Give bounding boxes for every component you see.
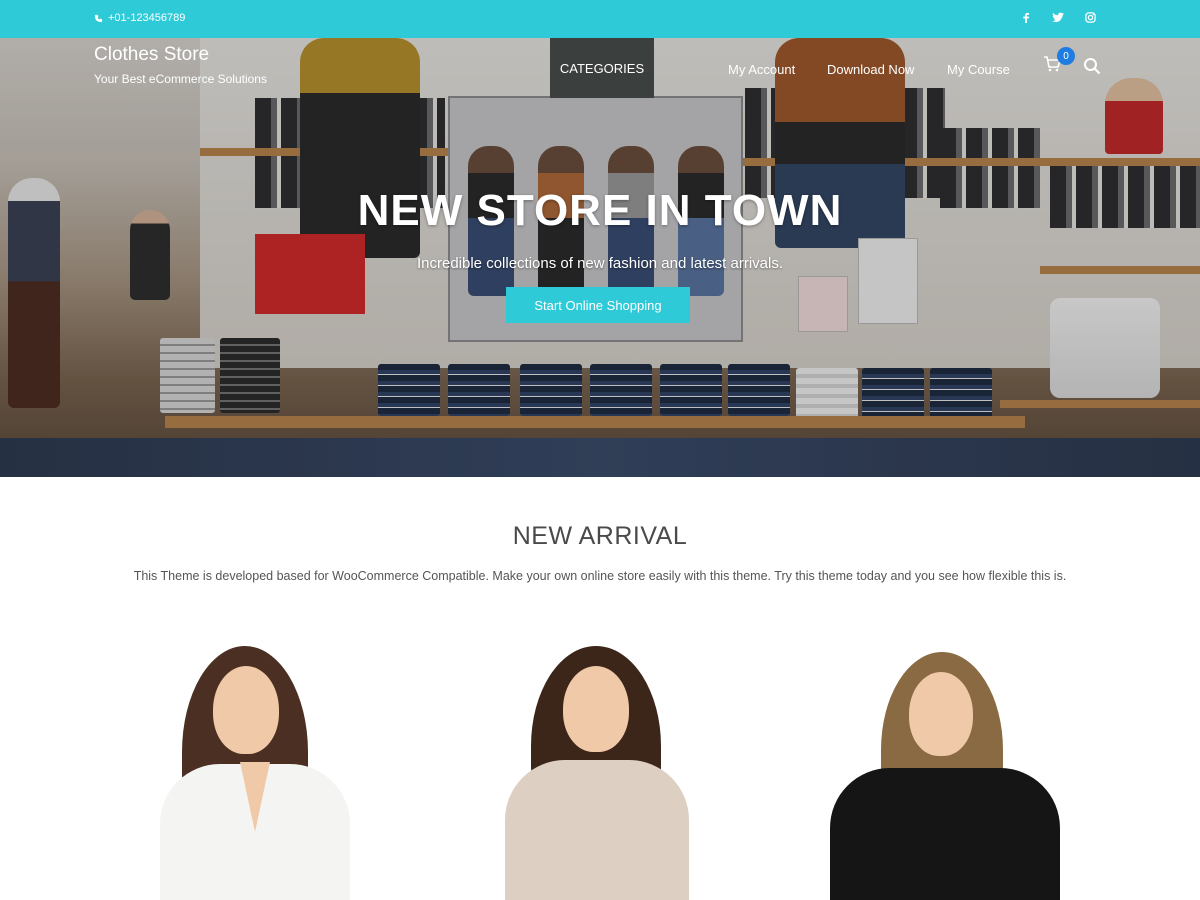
product-model-face — [563, 666, 629, 752]
phone-contact[interactable]: +01-123456789 — [94, 12, 185, 24]
hero-banner: NEW STORE IN TOWN Incredible collections… — [0, 38, 1200, 477]
product-card[interactable] — [150, 642, 360, 900]
site-title[interactable]: Clothes Store — [94, 44, 209, 66]
instagram-icon[interactable] — [1084, 12, 1096, 24]
section-title: NEW ARRIVAL — [512, 522, 688, 550]
nav-download-now[interactable]: Download Now — [827, 62, 914, 77]
phone-icon — [94, 14, 103, 22]
nav-categories[interactable]: CATEGORIES — [550, 38, 654, 98]
hero-title: NEW STORE IN TOWN — [357, 186, 843, 235]
nav-my-account[interactable]: My Account — [728, 62, 795, 77]
cart-count-badge: 0 — [1057, 47, 1075, 65]
twitter-icon[interactable] — [1052, 12, 1064, 24]
hero-subtitle: Incredible collections of new fashion an… — [416, 255, 784, 272]
top-bar: +01-123456789 — [0, 0, 1200, 38]
site-tagline: Your Best eCommerce Solutions — [94, 72, 267, 86]
start-shopping-button[interactable]: Start Online Shopping — [506, 287, 690, 323]
product-model-clothing — [505, 760, 689, 900]
product-model-clothing — [830, 768, 1060, 900]
product-model-face — [213, 666, 279, 754]
phone-number: +01-123456789 — [108, 12, 186, 24]
search-icon[interactable] — [1083, 57, 1101, 75]
product-card[interactable] — [497, 642, 697, 900]
facebook-icon[interactable] — [1020, 12, 1032, 24]
social-links — [1020, 12, 1096, 24]
nav-my-course[interactable]: My Course — [947, 62, 1010, 77]
section-description: This Theme is developed based for WooCom… — [133, 569, 1067, 583]
product-card[interactable] — [825, 642, 1065, 900]
product-model-face — [909, 672, 973, 756]
